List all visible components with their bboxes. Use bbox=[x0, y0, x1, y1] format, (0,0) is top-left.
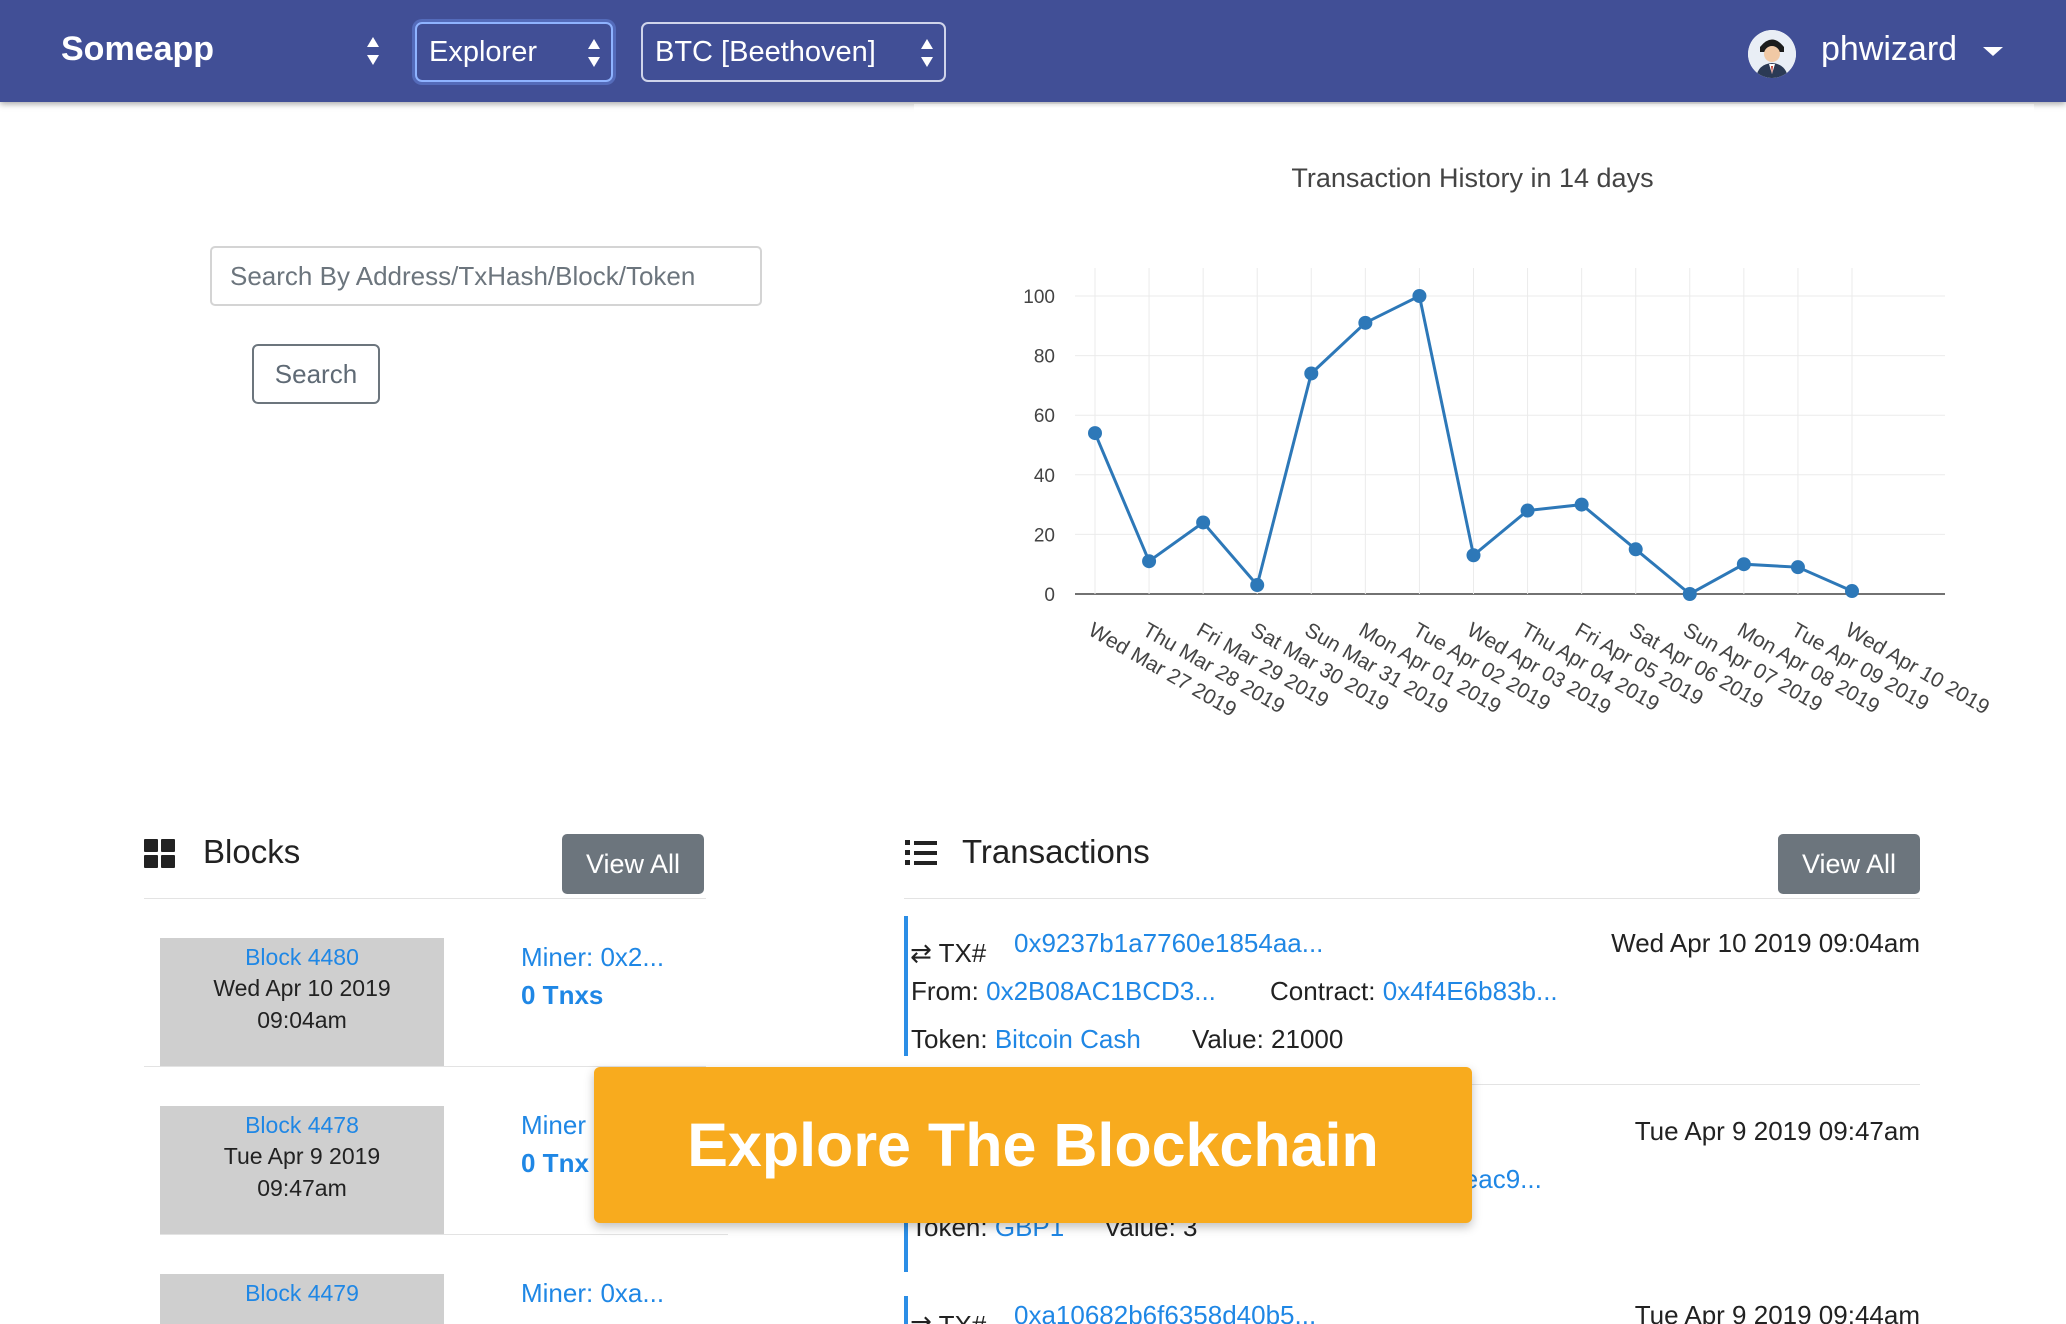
data-point bbox=[1304, 366, 1319, 381]
blocks-title: Blocks bbox=[203, 833, 301, 870]
data-point bbox=[1736, 557, 1751, 572]
data-point bbox=[1358, 315, 1373, 330]
tx-header: ⇄ TX# bbox=[910, 1310, 986, 1324]
network-select[interactable]: BTC [Beethoven] bbox=[641, 22, 946, 82]
tx-date: Tue Apr 9 2019 09:47am bbox=[1634, 1116, 1920, 1146]
block-date: Tue Apr 9 2019 bbox=[223, 1143, 381, 1169]
blocks-divider bbox=[144, 898, 706, 899]
y-tick-label: 0 bbox=[1044, 585, 1055, 606]
block-link[interactable]: Block 4478 bbox=[160, 1110, 444, 1140]
y-tick-label: 60 bbox=[1034, 406, 1055, 427]
transactions-divider bbox=[904, 898, 1920, 899]
tx-from-row: From: 0x2B08AC1BCD3... bbox=[911, 976, 1216, 1007]
explorer-select[interactable]: Explorer bbox=[415, 22, 613, 82]
list-icon bbox=[905, 840, 937, 866]
data-point bbox=[1142, 554, 1157, 569]
select-arrows-icon bbox=[588, 39, 600, 67]
tx-token-label: Token: bbox=[911, 1024, 988, 1054]
data-point bbox=[1845, 584, 1859, 599]
app-select[interactable] bbox=[350, 22, 390, 82]
block-tnxs-count[interactable]: 0 Tnx bbox=[521, 1148, 589, 1179]
block-tnxs-count[interactable]: 0 Tnxs bbox=[521, 980, 603, 1011]
tx-from-label: From: bbox=[911, 976, 979, 1006]
tx-date: Tue Apr 9 2019 09:44am bbox=[1634, 1300, 1920, 1324]
block-card: Block 4480 Wed Apr 10 2019 09:04am bbox=[160, 938, 444, 1066]
network-select-value: BTC [Beethoven] bbox=[655, 36, 876, 68]
block-time: 09:47am bbox=[257, 1175, 347, 1201]
blocks-view-all-button[interactable]: View All bbox=[562, 834, 704, 894]
exchange-icon: ⇄ bbox=[910, 938, 932, 968]
app-brand[interactable]: Someapp bbox=[61, 30, 214, 69]
block-miner-link[interactable]: Miner: 0xa... bbox=[521, 1278, 664, 1309]
block-time: 09:04am bbox=[257, 1007, 347, 1033]
tx-value-row: Value: 21000 bbox=[1192, 1024, 1343, 1055]
transactions-view-all-button[interactable]: View All bbox=[1778, 834, 1920, 894]
transaction-history-chart: 020406080100Wed Mar 27 2019Thu Mar 28 20… bbox=[1023, 268, 1993, 722]
grid-icon bbox=[144, 839, 176, 869]
data-point bbox=[1682, 587, 1697, 601]
username-dropdown[interactable]: phwizard bbox=[1821, 30, 1957, 69]
exchange-icon: ⇄ bbox=[910, 1310, 932, 1324]
tx-accent-bar bbox=[904, 1296, 908, 1324]
block-row-divider bbox=[160, 1234, 728, 1235]
data-point bbox=[1574, 497, 1589, 512]
tx-label: TX# bbox=[939, 1310, 987, 1324]
block-link[interactable]: Block 4479 bbox=[160, 1278, 444, 1308]
tx-hash-link[interactable]: 0x9237b1a7760e1854aa... bbox=[1014, 928, 1323, 959]
chart-title: Transaction History in 14 days bbox=[1291, 163, 1654, 193]
data-point bbox=[1628, 542, 1643, 557]
tx-label: TX# bbox=[938, 938, 987, 968]
y-tick-label: 40 bbox=[1034, 466, 1055, 487]
tx-token-link[interactable]: Bitcoin Cash bbox=[995, 1024, 1141, 1054]
data-point bbox=[1412, 289, 1427, 303]
explore-blockchain-banner[interactable]: Explore The Blockchain bbox=[594, 1067, 1472, 1223]
search-button[interactable]: Search bbox=[252, 344, 380, 404]
block-link[interactable]: Block 4480 bbox=[160, 942, 444, 972]
block-miner-link[interactable]: Miner bbox=[521, 1110, 586, 1141]
tx-date: Wed Apr 10 2019 09:04am bbox=[1611, 928, 1920, 958]
tx-hash-link[interactable]: 0xa10682b6f6358d40b5... bbox=[1014, 1300, 1316, 1324]
data-point bbox=[1088, 426, 1102, 441]
tx-value: 21000 bbox=[1271, 1024, 1344, 1054]
tx-from-link[interactable]: 0x2B08AC1BCD3... bbox=[986, 976, 1216, 1006]
tx-accent-bar bbox=[904, 916, 908, 1056]
block-miner-link[interactable]: Miner: 0x2... bbox=[521, 942, 664, 973]
data-point bbox=[1520, 503, 1535, 518]
select-arrows-icon bbox=[367, 37, 379, 65]
tx-contract-row: Contract: 0x4f4E6b83b... bbox=[1270, 976, 1558, 1007]
user-avatar-icon[interactable] bbox=[1748, 30, 1796, 78]
explorer-select-value: Explorer bbox=[429, 36, 537, 68]
block-date: Wed Apr 10 2019 bbox=[213, 975, 391, 1001]
y-tick-label: 80 bbox=[1034, 347, 1055, 368]
tx-value-label: Value: bbox=[1192, 1024, 1264, 1054]
tx-token-row: Token: Bitcoin Cash bbox=[911, 1024, 1141, 1055]
tx-header: ⇄ TX# bbox=[910, 938, 986, 969]
data-point bbox=[1790, 560, 1805, 575]
tx-contract-label: Contract: bbox=[1270, 976, 1376, 1006]
data-point bbox=[1466, 548, 1481, 563]
search-input[interactable] bbox=[210, 246, 762, 306]
transactions-title: Transactions bbox=[962, 833, 1150, 870]
select-arrows-icon bbox=[921, 39, 933, 67]
chevron-down-icon[interactable] bbox=[1983, 47, 2003, 56]
tx-contract-link[interactable]: 0x4f4E6b83b... bbox=[1383, 976, 1558, 1006]
top-navbar: Someapp Explorer BTC [Beethoven] phwizar… bbox=[0, 0, 2066, 102]
block-card: Block 4479 bbox=[160, 1274, 444, 1324]
y-tick-label: 20 bbox=[1034, 525, 1055, 546]
data-point bbox=[1250, 578, 1265, 593]
y-tick-label: 100 bbox=[1023, 287, 1055, 308]
block-card: Block 4478 Tue Apr 9 2019 09:47am bbox=[160, 1106, 444, 1234]
data-point bbox=[1196, 515, 1211, 530]
